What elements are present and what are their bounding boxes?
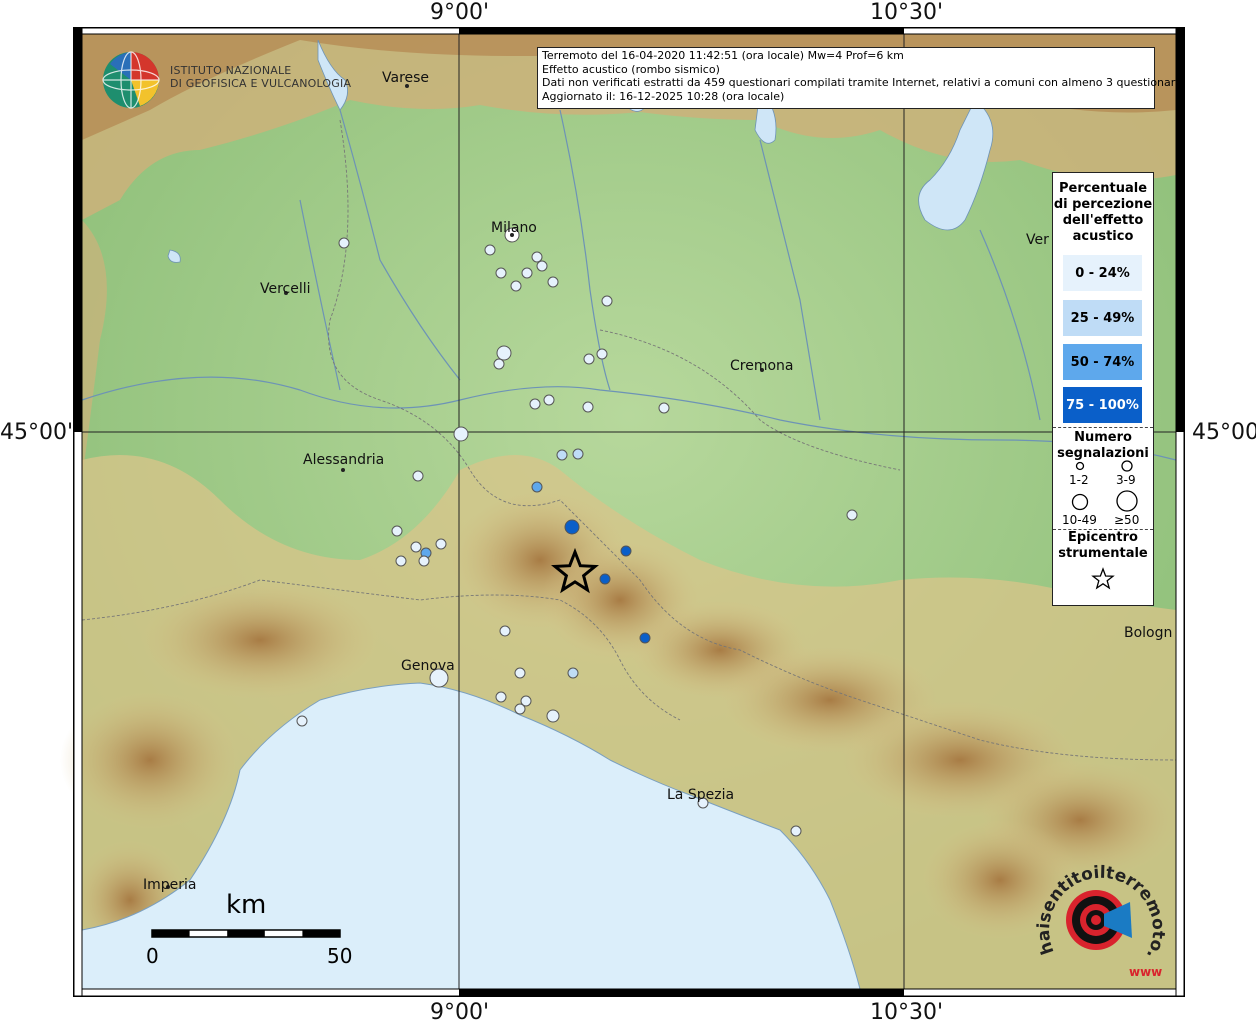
lat-label-left: 45°00'	[0, 420, 74, 445]
observation-point	[790, 825, 802, 837]
legend-count-title-line: Numero	[1074, 430, 1132, 445]
legend-epicenter-line: strumentale	[1058, 546, 1148, 561]
legend-divider	[1053, 427, 1153, 428]
legend-swatch-0-24: 0 - 24%	[1063, 255, 1142, 291]
city-label-milano: Milano	[491, 220, 537, 236]
observation-point	[531, 251, 543, 263]
observation-point	[582, 401, 594, 413]
observation-point	[410, 541, 422, 553]
observation-point	[596, 348, 608, 360]
observation-point	[395, 555, 407, 567]
city-label-vercelli: Vercelli	[260, 281, 311, 297]
legend-swatch-label: 25 - 49%	[1070, 310, 1135, 326]
observation-point	[521, 267, 533, 279]
observation-point	[567, 667, 579, 679]
observation-point	[499, 625, 511, 637]
event-info-box: Terremoto del 16-04-2020 11:42:51 (ora l…	[537, 47, 1182, 109]
hst-logo: haisentitoilterremoto.it www	[1034, 852, 1168, 979]
observation-point	[531, 481, 543, 493]
star-icon	[1091, 567, 1115, 590]
legend-title: Percentuale di percezione dell'effetto a…	[1053, 181, 1153, 245]
observation-point	[496, 345, 512, 361]
observation-point	[418, 555, 430, 567]
observation-point	[391, 525, 403, 537]
scale-end-label: 50	[327, 944, 353, 968]
legend-swatch-50-74: 50 - 74%	[1063, 344, 1142, 380]
observation-point	[572, 448, 584, 460]
observation-point	[435, 538, 447, 550]
lat-label-right: 45°00'	[1192, 420, 1256, 445]
observation-point	[338, 237, 350, 249]
observation-point	[453, 426, 469, 442]
city-label-alessandria: Alessandria	[303, 452, 385, 468]
legend-count-3-9: 3-9	[1116, 473, 1136, 487]
city-label-cremona: Cremona	[730, 358, 794, 374]
legend-title-line: acustico	[1072, 229, 1134, 244]
globe-icon	[102, 51, 160, 109]
city-label-bologna: Bologn	[1124, 625, 1173, 641]
legend-epicenter-line: Epicentro	[1068, 530, 1138, 545]
legend-panel: Percentuale di percezione dell'effetto a…	[1052, 172, 1154, 606]
lon-label-bottom-right: 10°30'	[870, 1000, 944, 1025]
observation-point	[601, 295, 613, 307]
scale-start-label: 0	[146, 944, 159, 968]
ingv-line2: DI GEOFISICA E VULCANOLOGIA	[170, 77, 352, 90]
observation-point	[484, 244, 496, 256]
lon-label-top-left: 9°00'	[430, 0, 490, 25]
observation-point	[658, 402, 670, 414]
legend-epicenter-title: Epicentro strumentale	[1053, 530, 1153, 562]
observation-point	[536, 260, 548, 272]
info-line-1: Terremoto del 16-04-2020 11:42:51 (ora l…	[542, 49, 904, 62]
ingv-line1: ISTITUTO NAZIONALE	[170, 64, 292, 77]
observation-point	[543, 394, 555, 406]
city-label-genova: Genova	[401, 658, 455, 674]
city-label-imperia: Imperia	[143, 877, 197, 893]
legend-size-symbols	[1071, 460, 1138, 512]
observation-point	[296, 715, 308, 727]
city-label-verona: Ver	[1026, 232, 1049, 248]
legend-count-10-49: 10-49	[1062, 513, 1097, 527]
legend-swatch-label: 75 - 100%	[1066, 397, 1139, 413]
observation-point	[495, 691, 507, 703]
info-line-4: Aggiornato il: 16-12-2025 10:28 (ora loc…	[542, 89, 785, 103]
legend-swatch-75-100: 75 - 100%	[1063, 387, 1142, 423]
observation-point	[514, 667, 526, 679]
scale-title: km	[226, 890, 267, 920]
legend-title-line: di percezione	[1053, 197, 1153, 212]
legend-count-1-2: 1-2	[1069, 473, 1089, 487]
observation-point	[546, 709, 560, 723]
legend-swatch-label: 50 - 74%	[1070, 354, 1135, 370]
legend-swatch-25-49: 25 - 49%	[1063, 300, 1142, 336]
scale-bar	[151, 929, 341, 938]
observation-point	[564, 519, 580, 535]
legend-swatch-label: 0 - 24%	[1075, 265, 1130, 281]
observation-point	[556, 449, 568, 461]
city-label-varese: Varese	[382, 70, 430, 86]
observation-point	[620, 545, 632, 557]
observation-point	[846, 509, 858, 521]
info-line-3: Dati non verificati estratti da 459 ques…	[542, 76, 1182, 89]
observation-point	[495, 267, 507, 279]
legend-count-title: Numero segnalazioni	[1053, 430, 1153, 462]
observation-point	[514, 703, 526, 715]
ingv-logo-text: ISTITUTO NAZIONALE DI GEOFISICA E VULCAN…	[170, 64, 351, 90]
hst-logo-www: www	[1129, 965, 1162, 979]
legend-count-50-plus: ≥50	[1114, 513, 1140, 527]
legend-title-line: dell'effetto	[1062, 213, 1144, 228]
observation-point	[639, 632, 651, 644]
observation-point	[412, 470, 424, 482]
observation-point	[599, 573, 611, 585]
city-label-la-spezia: La Spezia	[667, 787, 735, 803]
lon-label-top-right: 10°30'	[870, 0, 944, 25]
observation-point	[547, 276, 559, 288]
observation-point	[510, 280, 522, 292]
observation-point	[493, 358, 505, 370]
observation-point	[529, 398, 541, 410]
observation-point	[583, 353, 595, 365]
legend-title-line: Percentuale	[1058, 181, 1148, 196]
info-line-2: Effetto acustico (rombo sismico)	[542, 62, 720, 76]
lon-label-bottom-left: 9°00'	[430, 1000, 490, 1025]
